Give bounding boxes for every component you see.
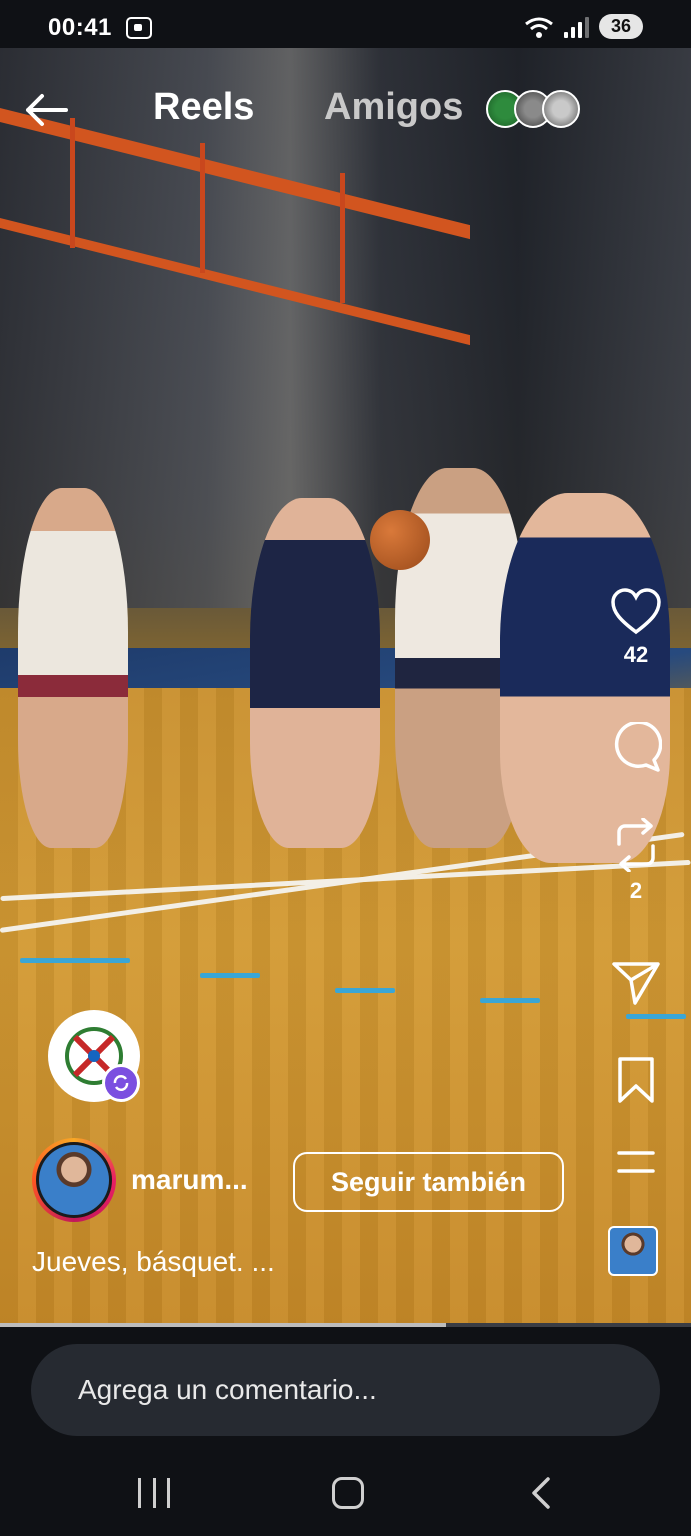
like-count: 42 xyxy=(623,642,649,667)
comment-bubble-icon xyxy=(614,722,662,772)
caption[interactable]: Jueves, básquet. ... xyxy=(32,1246,275,1278)
friends-avatars[interactable] xyxy=(486,90,580,128)
repost-count: 2 xyxy=(629,878,643,903)
share-button[interactable] xyxy=(606,960,666,1006)
avatar[interactable] xyxy=(32,1138,116,1222)
court-mark xyxy=(626,1014,686,1019)
audio-thumbnail[interactable] xyxy=(608,1226,658,1276)
follow-button[interactable]: Seguir también xyxy=(293,1152,564,1212)
comment-button[interactable] xyxy=(606,722,666,772)
court-mark xyxy=(480,998,540,1003)
like-button[interactable]: 42 xyxy=(606,588,666,668)
court-mark xyxy=(335,988,395,993)
rail-post xyxy=(340,173,345,303)
avatar-image xyxy=(39,1145,109,1215)
more-options-button[interactable] xyxy=(606,1150,666,1174)
recents-button[interactable] xyxy=(138,1478,170,1508)
username[interactable]: marum... xyxy=(131,1164,248,1196)
avatar-frame xyxy=(36,1142,112,1218)
tab-reels[interactable]: Reels xyxy=(153,86,254,129)
sync-badge-icon xyxy=(102,1064,140,1102)
court-mark xyxy=(200,973,260,978)
menu-lines-icon xyxy=(617,1151,655,1173)
screenshot-icon xyxy=(125,17,152,39)
tab-amigos[interactable]: Amigos xyxy=(324,86,463,129)
clock: 00:41 xyxy=(48,14,112,41)
battery-indicator: 36 xyxy=(599,14,643,39)
player-navy xyxy=(500,493,670,863)
save-button[interactable] xyxy=(606,1056,666,1104)
player-white xyxy=(18,488,128,848)
reel-video[interactable] xyxy=(0,48,691,1328)
signal-icon xyxy=(564,16,589,38)
repost-icon xyxy=(617,818,655,872)
player-navy xyxy=(250,498,380,848)
repost-button[interactable]: 2 xyxy=(606,818,666,904)
home-button[interactable] xyxy=(332,1477,364,1509)
heart-icon xyxy=(611,588,661,635)
system-back-icon[interactable] xyxy=(528,1476,554,1510)
send-icon xyxy=(612,962,660,1005)
bookmark-icon xyxy=(618,1057,654,1103)
refresh-icon xyxy=(113,1075,129,1091)
friend-avatar xyxy=(542,90,580,128)
reels-header: Reels Amigos xyxy=(0,78,691,142)
back-arrow-icon[interactable] xyxy=(22,90,70,130)
rail-post xyxy=(200,143,205,273)
comment-input[interactable]: Agrega un comentario... xyxy=(31,1344,660,1436)
basketball xyxy=(370,510,430,570)
court-mark xyxy=(20,958,130,963)
wifi-icon xyxy=(525,17,553,38)
